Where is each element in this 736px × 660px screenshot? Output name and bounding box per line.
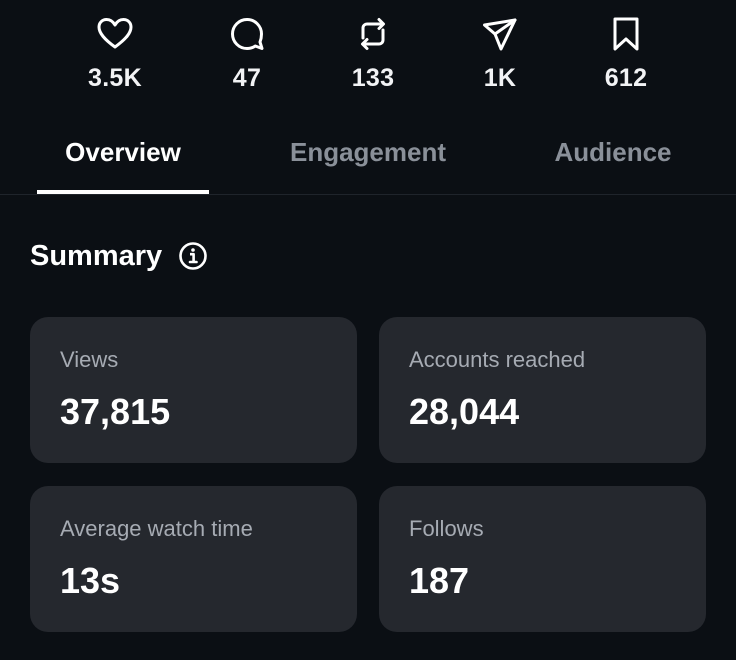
average-watch-time-card[interactable]: Average watch time 13s: [30, 486, 357, 632]
shares-count: 1K: [483, 64, 517, 92]
views-label: Views: [60, 347, 119, 372]
tab-engagement-label: Engagement: [289, 137, 447, 167]
views-card[interactable]: Views 37,815: [30, 317, 357, 463]
accounts-reached-value: 28,044: [409, 391, 520, 432]
follows-label: Follows: [409, 516, 484, 541]
info-icon[interactable]: [178, 241, 208, 271]
follows-value: 187: [409, 560, 470, 601]
insights-tabs: Overview Engagement Audience: [0, 120, 736, 195]
comments-stat[interactable]: 47: [187, 14, 307, 93]
average-watch-time-label: Average watch time: [60, 516, 253, 541]
likes-count: 3.5K: [87, 64, 142, 92]
comment-icon: [227, 14, 267, 54]
reposts-count: 133: [351, 64, 395, 92]
shares-stat[interactable]: 1K: [440, 14, 560, 93]
heart-icon: [95, 14, 135, 54]
comments-count: 47: [232, 64, 262, 92]
tab-overview[interactable]: Overview: [37, 120, 209, 194]
active-tab-indicator: [37, 190, 209, 194]
views-value: 37,815: [60, 391, 171, 432]
tab-overview-label: Overview: [65, 137, 181, 167]
accounts-reached-card[interactable]: Accounts reached 28,044: [379, 317, 706, 463]
reposts-stat[interactable]: 133: [313, 14, 433, 93]
summary-title: Summary: [30, 239, 163, 272]
saves-count: 612: [604, 64, 648, 92]
repost-icon: [353, 14, 393, 54]
tab-engagement[interactable]: Engagement: [268, 120, 468, 194]
tab-audience-label: Audience: [554, 137, 672, 167]
average-watch-time-value: 13s: [60, 560, 121, 601]
share-icon: [480, 14, 520, 54]
saves-stat[interactable]: 612: [566, 14, 686, 93]
accounts-reached-label: Accounts reached: [409, 347, 586, 372]
engagement-stats-row: 3.5K 47 133 1K 612: [0, 14, 736, 104]
bookmark-icon: [606, 14, 646, 54]
post-insights-screen: 3.5K 47 133 1K 612 Overview Engagement A…: [0, 0, 736, 660]
follows-card[interactable]: Follows 187: [379, 486, 706, 632]
tab-audience[interactable]: Audience: [533, 120, 693, 194]
likes-stat[interactable]: 3.5K: [55, 14, 175, 93]
summary-header: Summary: [30, 236, 208, 276]
